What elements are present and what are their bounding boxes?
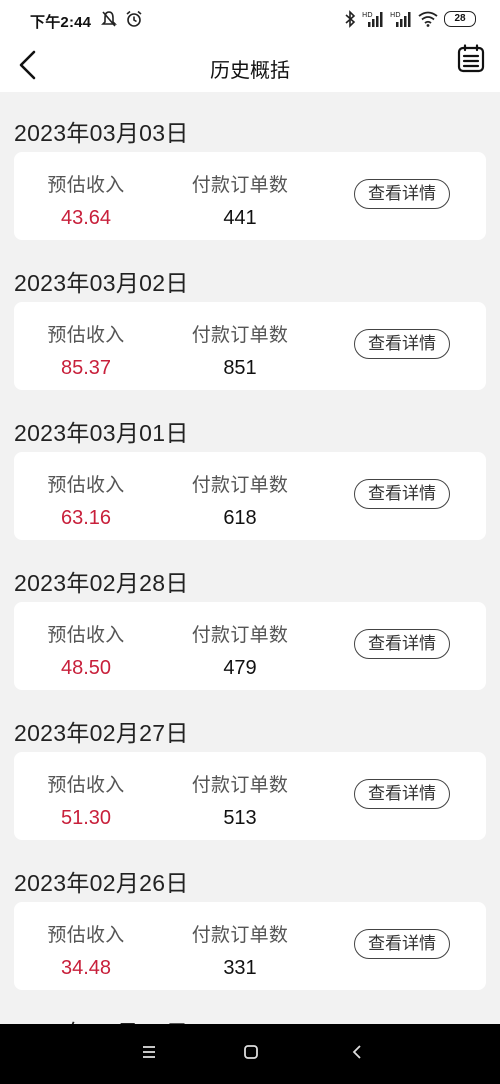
status-time: 下午2:44 xyxy=(30,14,92,31)
orders-value: 851 xyxy=(223,357,257,379)
home-icon[interactable] xyxy=(243,1044,259,1060)
orders-value: 441 xyxy=(223,207,257,229)
battery-icon: 28 xyxy=(444,11,476,27)
orders-value: 479 xyxy=(223,657,257,679)
orders-label: 付款订单数 xyxy=(191,625,289,646)
income-value: 51.30 xyxy=(60,807,112,829)
orders-value: 618 xyxy=(223,507,257,529)
orders-label: 付款订单数 xyxy=(191,925,289,946)
income-label: 预估收入 xyxy=(47,175,125,196)
mute-icon xyxy=(101,11,117,27)
income-label: 预估收入 xyxy=(47,925,125,946)
svg-text:HD: HD xyxy=(390,11,401,19)
view-details-button[interactable]: 查看详情 xyxy=(354,929,450,959)
income-value: 48.50 xyxy=(60,657,112,679)
income-value: 34.48 xyxy=(60,957,112,979)
signal-hd-icon: HD xyxy=(390,11,411,27)
view-details-button[interactable]: 查看详情 xyxy=(354,779,450,809)
income-value: 63.16 xyxy=(60,507,112,529)
orders-value: 513 xyxy=(223,807,257,829)
view-details-button[interactable]: 查看详情 xyxy=(354,329,450,359)
date-heading: 2023年02月28日 xyxy=(14,570,189,596)
status-bar: 下午2:44 HD HD 28 xyxy=(0,0,500,40)
header: 历史概括 xyxy=(0,40,500,92)
income-label: 预估收入 xyxy=(47,325,125,346)
income-label: 预估收入 xyxy=(47,625,125,646)
system-nav-bar xyxy=(0,1024,500,1084)
income-value: 85.37 xyxy=(60,357,112,379)
svg-text:HD: HD xyxy=(362,11,373,19)
income-label: 预估收入 xyxy=(47,775,125,796)
orders-value: 331 xyxy=(223,957,257,979)
summary-card: 预估收入 43.64 付款订单数 441 查看详情 xyxy=(14,152,486,240)
alarm-icon xyxy=(126,10,142,27)
summary-card: 预估收入 51.30 付款订单数 513 查看详情 xyxy=(14,752,486,840)
summary-card: 预估收入 85.37 付款订单数 851 查看详情 xyxy=(14,302,486,390)
summary-card: 预估收入 34.48 付款订单数 331 查看详情 xyxy=(14,902,486,990)
calendar-list-icon[interactable] xyxy=(456,44,486,74)
menu-icon[interactable] xyxy=(141,1044,157,1060)
orders-label: 付款订单数 xyxy=(191,475,289,496)
view-details-button[interactable]: 查看详情 xyxy=(354,629,450,659)
date-heading: 2023年03月01日 xyxy=(14,420,189,446)
orders-label: 付款订单数 xyxy=(191,325,289,346)
date-heading: 2023年03月02日 xyxy=(14,270,189,296)
view-details-button[interactable]: 查看详情 xyxy=(354,479,450,509)
summary-card: 预估收入 48.50 付款订单数 479 查看详情 xyxy=(14,602,486,690)
history-list[interactable]: 2023年03月03日 预估收入 43.64 付款订单数 441 查看详情 20… xyxy=(0,92,500,1024)
wifi-icon xyxy=(418,11,438,27)
orders-label: 付款订单数 xyxy=(191,775,289,796)
income-value: 43.64 xyxy=(60,207,112,229)
income-label: 预估收入 xyxy=(47,475,125,496)
bluetooth-icon xyxy=(345,10,356,28)
date-heading: 2023年02月27日 xyxy=(14,720,189,746)
back-icon[interactable] xyxy=(349,1044,365,1060)
orders-label: 付款订单数 xyxy=(191,175,289,196)
date-heading: 2023年02月25日 xyxy=(14,1014,189,1024)
date-heading: 2023年03月03日 xyxy=(14,120,189,146)
summary-card: 预估收入 63.16 付款订单数 618 查看详情 xyxy=(14,452,486,540)
page-title: 历史概括 xyxy=(210,60,290,82)
battery-level: 28 xyxy=(454,13,466,24)
view-details-button[interactable]: 查看详情 xyxy=(354,179,450,209)
date-heading: 2023年02月26日 xyxy=(14,870,189,896)
signal-hd-icon: HD xyxy=(362,11,383,27)
